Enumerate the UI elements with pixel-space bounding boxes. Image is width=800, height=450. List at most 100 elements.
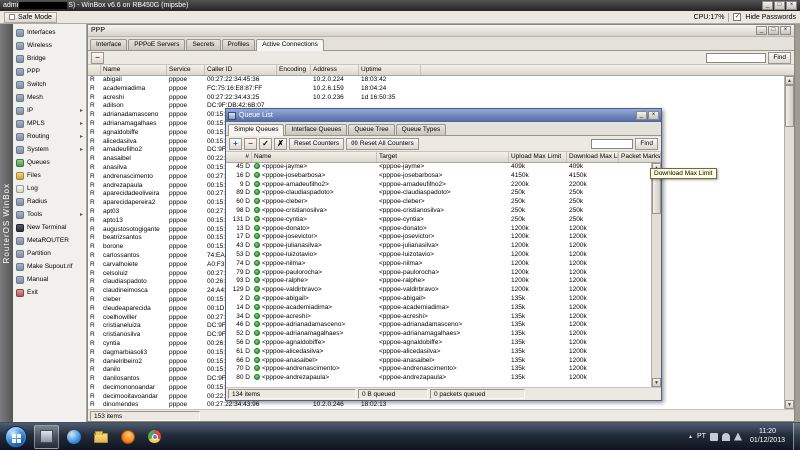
reset-all-counters-button[interactable]: 00 Reset All Counters [346,138,419,150]
clock[interactable]: 11:20 01/12/2013 [746,428,789,445]
sidebar-item-tools[interactable]: Tools▸ [13,208,86,221]
sidebar-item-switch[interactable]: Switch [13,78,86,91]
queue-col-name[interactable]: Name [252,152,377,162]
sidebar-item-make-supout-rif[interactable]: Make Supout.rif [13,260,86,273]
ppp-col-service[interactable]: Service [167,65,205,75]
language-indicator[interactable]: PT [697,433,706,440]
ppp-col-caller-id[interactable]: Caller ID [205,65,277,75]
sidebar-item-routing[interactable]: Routing▸ [13,130,86,143]
close-button[interactable]: × [786,1,797,10]
ppp-tab-pppoe-servers[interactable]: PPPoE Servers [128,39,185,50]
ppp-maximize-button[interactable]: □ [768,26,779,35]
taskbar-firefox-icon[interactable] [115,425,140,449]
minimize-button[interactable]: _ [762,1,773,10]
hide-passwords-checkbox[interactable]: ✓ [733,13,741,21]
taskbar-chrome-icon[interactable] [142,425,167,449]
disable-button[interactable]: ✗ [274,138,287,150]
sidebar-item-interfaces[interactable]: Interfaces [13,26,86,39]
sidebar-item-partition[interactable]: Partition [13,247,86,260]
queue-find-button[interactable]: Find [635,138,658,150]
network-icon[interactable] [710,433,718,441]
queue-row[interactable]: 98 D<pppoe-cristianosilva><pppoe-cristia… [226,207,651,216]
sidebar-item-exit[interactable]: Exit [13,286,86,299]
queue-row[interactable]: 93 D<pppoe-ralphe><pppoe-ralphe>1200k120… [226,277,651,286]
queue-row[interactable]: 89 D<pppoe-claudiaspadoto><pppoe-claudia… [226,189,651,198]
tray-chevron-icon[interactable]: ▲ [688,434,693,440]
queue-row[interactable]: 131 D<pppoe-cyntia><pppoe-cyntia>250k250… [226,216,651,225]
queue-row[interactable]: 56 D<pppoe-agnaldobiffe><pppoe-agnaldobi… [226,339,651,348]
queue-row[interactable]: 70 D<pppoe-andrenascimento><pppoe-andren… [226,365,651,374]
queue-row[interactable]: 43 D<pppoe-julianasilva><pppoe-julianasi… [226,242,651,251]
queue-row[interactable]: 2 D<pppoe-abigail><pppoe-abigail>135k120… [226,295,651,304]
queue-row[interactable]: 79 D<pppoe-paulorocha><pppoe-paulorocha>… [226,269,651,278]
ppp-tab-secrets[interactable]: Secrets [186,39,220,50]
queue-row[interactable]: 80 D<pppoe-andrezapaula><pppoe-andrezapa… [226,374,651,383]
remove-button[interactable]: − [244,138,257,150]
show-desktop-button[interactable] [793,423,800,450]
ppp-row[interactable]: Racreshipppoe00:27:22:34:43:2510.2.0.236… [88,94,784,103]
queue-col-[interactable]: # [226,152,252,162]
queue-row[interactable]: 74 D<pppoe-nilma><pppoe-nilma>1200k1200k [226,260,651,269]
add-button[interactable]: + [229,138,242,150]
ppp-col-address[interactable]: Address [311,65,359,75]
volume-icon[interactable] [722,433,730,441]
ppp-col-encoding[interactable]: Encoding [277,65,311,75]
ppp-tab-interface[interactable]: Interface [90,39,127,50]
scroll-up-icon[interactable]: ▲ [785,76,794,85]
queue-col-download-max-limit[interactable]: Download Max Limit [567,152,619,162]
queue-find-input[interactable] [591,139,633,149]
ppp-col-uptime[interactable]: Uptime [359,65,421,75]
ppp-minimize-button[interactable]: _ [756,26,767,35]
queue-row[interactable]: 14 D<pppoe-academiadima><pppoe-academiad… [226,304,651,313]
queue-row[interactable]: 34 D<pppoe-acreshi><pppoe-acreshi>135k12… [226,313,651,322]
queue-row[interactable]: 53 D<pppoe-luizotavio><pppoe-luizotavio>… [226,251,651,260]
start-button[interactable] [5,426,27,448]
queue-tab-queue-types[interactable]: Queue Types [396,124,447,135]
sidebar-item-ip[interactable]: IP▸ [13,104,86,117]
maximize-button[interactable]: □ [774,1,785,10]
sidebar-item-queues[interactable]: Queues [13,156,86,169]
safe-mode-button[interactable]: Safe Mode [4,12,57,23]
sidebar-item-mpls[interactable]: MPLS▸ [13,117,86,130]
action-center-icon[interactable] [734,433,742,441]
ppp-tab-profiles[interactable]: Profiles [222,39,256,50]
taskbar-ie-icon[interactable] [61,425,86,449]
queue-scrollbar[interactable]: ▲ ▼ [651,163,661,387]
queue-minimize-button[interactable]: _ [636,111,647,120]
taskbar-folder-icon[interactable] [88,425,113,449]
queue-row[interactable]: 16 D<pppoe-josebarbosa><pppoe-josebarbos… [226,172,651,181]
queue-col-packet-marks[interactable]: Packet Marks [619,152,661,162]
sidebar-item-files[interactable]: Files [13,169,86,182]
sidebar-item-bridge[interactable]: Bridge [13,52,86,65]
sidebar-item-system[interactable]: System▸ [13,143,86,156]
queue-row[interactable]: 52 D<pppoe-adrianamagalhaes><pppoe-adria… [226,330,651,339]
queue-col-target[interactable]: Target [377,152,509,162]
sidebar-item-radius[interactable]: Radius [13,195,86,208]
queue-row[interactable]: 46 D<pppoe-adrianadamasceno><pppoe-adria… [226,321,651,330]
ppp-scroll-thumb[interactable] [785,85,794,127]
sidebar-item-mesh[interactable]: Mesh [13,91,86,104]
queue-tab-interface-queues[interactable]: Interface Queues [285,124,347,135]
queue-row[interactable]: 66 D<pppoe-anasaibel><pppoe-anasaibel>13… [226,357,651,366]
sidebar-item-new-terminal[interactable]: New Terminal [13,221,86,234]
queue-tab-simple-queues[interactable]: Simple Queues [228,124,284,136]
queue-row[interactable]: 60 D<pppoe-cleber><pppoe-cleber>250k250k [226,198,651,207]
queue-close-button[interactable]: × [648,111,659,120]
taskbar-winbox-icon[interactable] [34,425,59,449]
ppp-find-input[interactable] [706,53,766,63]
queue-row[interactable]: 45 D<pppoe-jayme><pppoe-jayme>409k409k [226,163,651,172]
ppp-row[interactable]: Rabigailpppoe00:27:22:34:45:3610.2.0.224… [88,76,784,85]
sidebar-item-manual[interactable]: Manual [13,273,86,286]
queue-tab-queue-tree[interactable]: Queue Tree [348,124,394,135]
enable-button[interactable]: ✓ [259,138,272,150]
queue-row[interactable]: 129 D<pppoe-valdirbravo><pppoe-valdirbra… [226,286,651,295]
ppp-tab-active-connections[interactable]: Active Connections [256,39,324,51]
sidebar-item-ppp[interactable]: PPP [13,65,86,78]
ppp-row[interactable]: RacademiadimapppoeFC:75:16:E8:87:FF10.2.… [88,85,784,94]
sidebar-item-log[interactable]: Log [13,182,86,195]
main-titlebar[interactable]: admi S) - WinBox v6.6 on RB450G (mipsbe)… [0,0,800,11]
reset-counters-button[interactable]: Reset Counters [289,138,344,150]
ppp-close-button[interactable]: × [780,26,791,35]
ppp-find-button[interactable]: Find [768,52,791,64]
queue-window-titlebar[interactable]: Queue List _ × [226,109,661,122]
